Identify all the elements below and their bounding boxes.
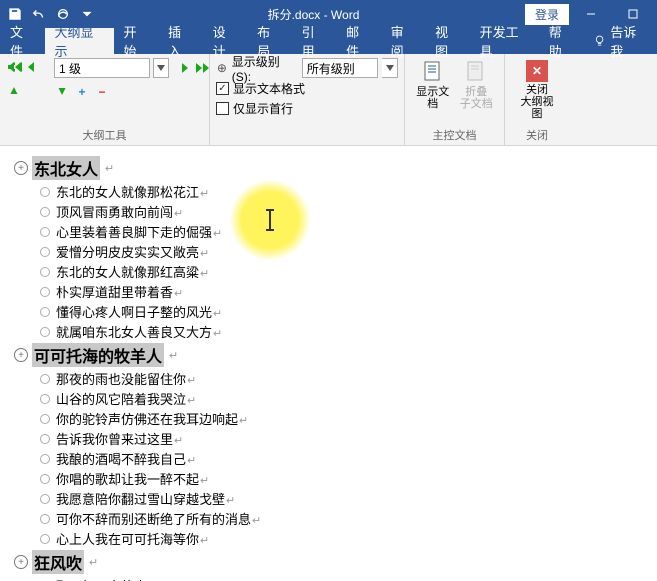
body-bullet-icon (40, 534, 50, 544)
body-bullet-icon (40, 434, 50, 444)
show-level-select[interactable]: 所有级别 (302, 58, 379, 78)
body-bullet-icon (40, 187, 50, 197)
show-first-line-label: 仅显示首行 (233, 100, 293, 117)
demote-most-icon[interactable] (193, 59, 211, 77)
body-line[interactable]: 山谷的风它陪着我哭泣↵ (56, 389, 196, 408)
tab-view[interactable]: 视图 (425, 28, 470, 54)
close-icon: ✕ (526, 60, 548, 82)
demote-icon[interactable] (172, 59, 190, 77)
body-line[interactable]: 你唱的歌却让我一醉不起↵ (56, 469, 209, 488)
bulb-icon (593, 34, 606, 48)
close-outline-button[interactable]: ✕ 关闭 大纲视图 (514, 58, 560, 125)
minimize-button[interactable] (571, 0, 611, 28)
tab-tellme[interactable]: 告诉我 (583, 28, 657, 54)
body-bullet-icon (40, 267, 50, 277)
body-bullet-icon (40, 394, 50, 404)
tab-file[interactable]: 文件 (0, 28, 45, 54)
window-title: 拆分.docx - Word (102, 6, 525, 23)
show-first-line-checkbox[interactable] (216, 102, 229, 115)
collapse-subdoc-icon (464, 60, 488, 84)
tab-design[interactable]: 设计 (203, 28, 248, 54)
body-bullet-icon (40, 287, 50, 297)
tab-developer[interactable]: 开发工具 (470, 28, 539, 54)
body-bullet-icon (40, 514, 50, 524)
body-line[interactable]: 就属咱东北女人善良又大方↵ (56, 322, 222, 341)
promote-icon[interactable] (26, 58, 44, 76)
show-text-format-label: 显示文本格式 (233, 80, 305, 97)
body-bullet-icon (40, 327, 50, 337)
body-bullet-icon (40, 414, 50, 424)
body-line[interactable]: 我酿的酒喝不醉我自己↵ (56, 449, 196, 468)
body-line[interactable]: 懂得心疼人啊日子整的风光↵ (56, 302, 222, 321)
tab-outline[interactable]: 大纲显示 (45, 28, 114, 54)
expand-heading-icon[interactable]: + (14, 555, 28, 569)
body-bullet-icon (40, 207, 50, 217)
document-body[interactable]: +东北女人↵东北的女人就像那松花江↵顶风冒雨勇敢向前闯↵心里装着善良脚下走的倔强… (0, 146, 657, 581)
body-line[interactable]: 顶风冒雨勇敢向前闯↵ (56, 202, 183, 221)
body-line[interactable]: 心里装着善良脚下走的倔强↵ (56, 222, 222, 241)
body-line[interactable]: 那夜的雨也没能留住你↵ (56, 369, 196, 388)
heading-0[interactable]: 东北女人 (32, 156, 100, 180)
body-line[interactable]: 东北的女人就像那松花江↵ (56, 182, 209, 201)
tab-references[interactable]: 引用 (292, 28, 337, 54)
body-bullet-icon (40, 247, 50, 257)
expand-icon[interactable]: + (74, 84, 90, 100)
collapse-icon[interactable]: − (94, 84, 110, 100)
body-line[interactable]: 可你不辞而别还断绝了所有的消息↵ (56, 509, 261, 528)
group-close: 关闭 (511, 125, 563, 145)
expand-heading-icon[interactable]: + (14, 161, 28, 175)
show-level-dropdown-icon[interactable] (382, 58, 398, 78)
move-down-icon[interactable]: ▲ (54, 84, 70, 100)
tab-review[interactable]: 审阅 (381, 28, 426, 54)
tab-home[interactable]: 开始 (114, 28, 159, 54)
body-line[interactable]: 你的驼铃声仿佛还在我耳边响起↵ (56, 409, 248, 428)
body-line[interactable]: 心上人我在可可托海等你↵ (56, 529, 209, 548)
group-master-doc: 主控文档 (411, 125, 498, 145)
show-text-format-checkbox[interactable]: ✓ (216, 82, 229, 95)
show-document-icon (421, 60, 445, 84)
heading-2[interactable]: 狂风吹 (32, 550, 84, 574)
show-level-icon: ⊕ (216, 61, 228, 75)
body-line[interactable]: 告诉我你曾来过这里↵ (56, 429, 183, 448)
body-bullet-icon (40, 494, 50, 504)
body-bullet-icon (40, 474, 50, 484)
body-line[interactable]: 东北的女人就像那红高粱↵ (56, 262, 209, 281)
tab-mail[interactable]: 邮件 (336, 28, 381, 54)
tab-layout[interactable]: 布局 (247, 28, 292, 54)
body-line[interactable]: 我愿意陪你翻过雪山穿越戈壁↵ (56, 489, 235, 508)
move-up-icon[interactable]: ▲ (6, 82, 22, 98)
tab-insert[interactable]: 插入 (158, 28, 203, 54)
level-dropdown-icon[interactable] (153, 58, 169, 78)
body-bullet-icon (40, 307, 50, 317)
body-line[interactable]: 取一杯天上的水↵ (56, 576, 157, 581)
body-line[interactable]: 朴实厚道甜里带着香↵ (56, 282, 183, 301)
body-bullet-icon (40, 374, 50, 384)
collapse-subdoc-button: 折叠 子文档 (455, 58, 499, 125)
heading-1[interactable]: 可可托海的牧羊人 (32, 343, 164, 367)
promote-most-icon[interactable] (6, 58, 24, 76)
outline-level-select[interactable]: 1 级 (54, 58, 150, 78)
body-bullet-icon (40, 227, 50, 237)
group-outline-tools: 大纲工具 (6, 125, 203, 145)
body-line[interactable]: 爱憎分明皮皮实实又敞亮↵ (56, 242, 209, 261)
show-document-button[interactable]: 显示文档 (411, 58, 455, 125)
tab-help[interactable]: 帮助 (539, 28, 584, 54)
expand-heading-icon[interactable]: + (14, 348, 28, 362)
body-bullet-icon (40, 454, 50, 464)
